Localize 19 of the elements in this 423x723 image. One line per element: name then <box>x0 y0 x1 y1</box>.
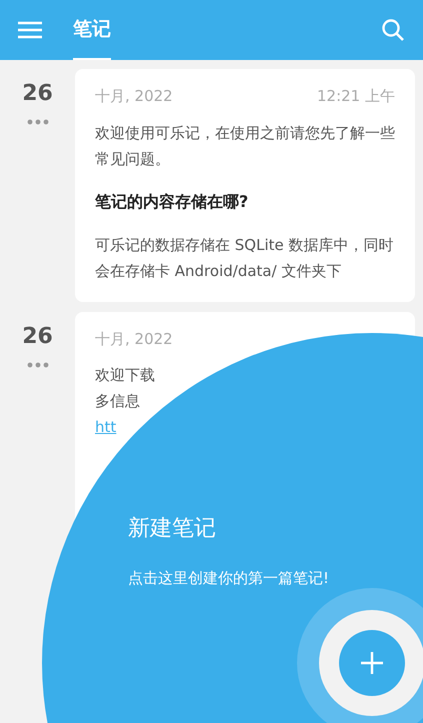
note-card[interactable]: 十月, 2022 12:21 上午 欢迎使用可乐记，在使用之前请您先了解一些常见问题。 笔记的内容存储在哪? 可乐记的数据存储在 SQLite 数据库中，同时会在存储卡 Android/data/ 文件夹下 <box>75 69 415 302</box>
day-number: 26 <box>22 83 53 105</box>
note-text: 可乐记的数据存储在 SQLite 数据库中，同时会在存储卡 Android/data/ 文件夹下 <box>95 234 394 282</box>
note-date: 十月, 2022 <box>95 86 173 107</box>
search-icon[interactable] <box>381 18 405 42</box>
note-text: 多信息 <box>95 391 140 412</box>
onboarding-description: 点击这里创建你的第一篇笔记! <box>128 568 330 589</box>
menu-icon[interactable] <box>18 21 42 39</box>
tab[interactable]: 笔记 <box>73 0 111 60</box>
note-heading: 笔记的内容存储在哪? <box>95 190 250 212</box>
day-number: 26 <box>22 326 53 348</box>
more-icon[interactable] <box>26 119 48 125</box>
note-date: 十月, 2022 <box>95 328 173 350</box>
note-text: 欢迎下载 <box>95 365 155 386</box>
more-icon[interactable] <box>26 362 48 368</box>
note-text: 欢迎使用可乐记，在使用之前请您先了解一些常见问题。 <box>95 122 395 170</box>
plus-icon <box>361 652 383 674</box>
note-time: 12:21 上午 <box>317 86 395 107</box>
onboarding-title: 新建笔记 <box>128 515 217 543</box>
